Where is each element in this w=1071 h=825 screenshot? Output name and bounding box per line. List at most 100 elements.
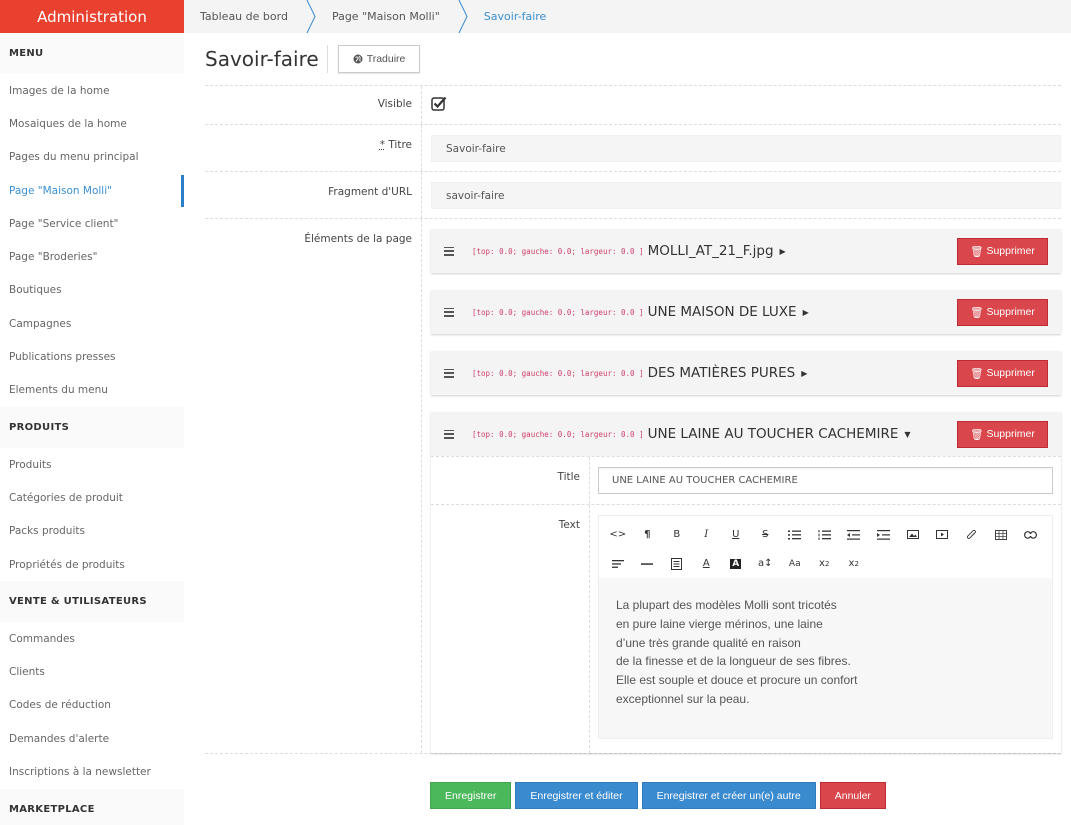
font-family-icon[interactable]: Aa <box>780 552 810 576</box>
sidebar-item-clients[interactable]: Clients <box>0 655 184 688</box>
sidebar-item-page-service-client[interactable]: Page "Service client" <box>0 207 184 240</box>
editor-text-line: d’une très grande qualité en raison <box>616 635 801 650</box>
insert-image-icon[interactable] <box>898 523 928 547</box>
insert-link-icon[interactable] <box>1016 523 1046 547</box>
sidebar-item-categories-produit[interactable]: Catégories de produit <box>0 481 184 514</box>
trash-icon: 🗑 <box>970 245 984 258</box>
trash-icon: 🗑 <box>970 367 984 380</box>
fragment-label: Fragment d'URL <box>205 172 422 218</box>
form-row-fragment: Fragment d'URL savoir-faire <box>205 171 1061 218</box>
horizontal-rule-icon[interactable] <box>633 552 663 576</box>
formatting-block-icon[interactable] <box>662 552 692 576</box>
strikethrough-icon[interactable]: S <box>751 523 781 547</box>
element-position: [top: 0.0; gauche: 0.0; largeur: 0.0 ] <box>472 307 644 317</box>
visible-label: Visible <box>205 86 422 124</box>
element-header[interactable]: [top: 0.0; gauche: 0.0; largeur: 0.0 ] D… <box>431 351 1061 395</box>
form-actions: Enregistrer Enregistrer et éditer Enregi… <box>205 782 1061 809</box>
sidebar: MENU Images de la home Mosaiques de la h… <box>0 33 184 825</box>
background-color-icon[interactable]: A <box>721 552 751 576</box>
translate-button[interactable]: Traduire <box>337 45 421 73</box>
caret-right-icon[interactable]: ▶ <box>803 308 809 317</box>
element-title-label: Title <box>431 457 590 504</box>
editor-text-line: de la finesse et de la longueur de ses f… <box>616 654 851 669</box>
sidebar-item-produits[interactable]: Produits <box>0 448 184 481</box>
sidebar-item-campagnes[interactable]: Campagnes <box>0 307 184 340</box>
sidebar-item-commandes[interactable]: Commandes <box>0 622 184 655</box>
breadcrumb-maison-molli[interactable]: Page "Maison Molli" <box>316 0 458 33</box>
caret-right-icon[interactable]: ▶ <box>801 369 807 378</box>
editor-text-line: La plupart des modèles Molli sont tricot… <box>616 598 837 612</box>
attachment-icon[interactable] <box>957 523 987 547</box>
font-size-icon[interactable]: a↕ <box>751 552 781 576</box>
save-and-create-button[interactable]: Enregistrer et créer un(e) autre <box>641 782 816 809</box>
sidebar-group-menu: Images de la home Mosaiques de la home P… <box>0 74 184 407</box>
editor-text-line: en pure laine vierge mérinos, une laine <box>616 616 823 631</box>
subscript-icon[interactable]: x2 <box>839 552 869 576</box>
sidebar-heading-menu: MENU <box>0 33 184 74</box>
drag-handle-icon[interactable] <box>444 307 454 317</box>
cancel-button[interactable]: Annuler <box>819 782 886 809</box>
brand-logo[interactable]: Administration <box>0 0 184 33</box>
element-text-row: Text <> ¶ B I U S A A a↕ Aa x 2 x 2 La p… <box>431 504 1061 753</box>
insert-table-icon[interactable] <box>987 523 1017 547</box>
fragment-input[interactable]: savoir-faire <box>431 182 1061 209</box>
drag-handle-icon[interactable] <box>444 368 454 378</box>
delete-button[interactable]: 🗑 Supprimer <box>957 237 1048 265</box>
main-content: Savoir-faire Traduire Visible * Titre Sa… <box>205 33 1061 809</box>
element-header[interactable]: [top: 0.0; gauche: 0.0; largeur: 0.0 ] M… <box>431 229 1061 273</box>
sidebar-item-mosaiques-home[interactable]: Mosaiques de la home <box>0 107 184 140</box>
page-element: [top: 0.0; gauche: 0.0; largeur: 0.0 ] D… <box>431 351 1061 395</box>
caret-down-icon[interactable]: ▼ <box>904 430 910 439</box>
sidebar-item-inscriptions-newsletter[interactable]: Inscriptions à la newsletter <box>0 755 184 788</box>
insert-video-icon[interactable] <box>928 523 958 547</box>
element-title-input[interactable]: UNE LAINE AU TOUCHER CACHEMIRE <box>598 467 1053 494</box>
rich-text-editor: <> ¶ B I U S A A a↕ Aa x 2 x 2 La plupar… <box>598 515 1053 739</box>
unordered-list-icon[interactable] <box>780 523 810 547</box>
sidebar-item-page-maison-molli[interactable]: Page "Maison Molli" <box>0 174 184 208</box>
delete-button[interactable]: 🗑 Supprimer <box>957 359 1048 387</box>
bold-icon[interactable]: B <box>662 523 692 547</box>
caret-right-icon[interactable]: ▶ <box>780 247 786 256</box>
breadcrumb-dashboard[interactable]: Tableau de bord <box>184 0 306 33</box>
element-header[interactable]: [top: 0.0; gauche: 0.0; largeur: 0.0 ] U… <box>431 412 1061 456</box>
sidebar-item-elements-menu[interactable]: Elements du menu <box>0 374 184 407</box>
sidebar-item-proprietes-produits[interactable]: Propriétés de produits <box>0 548 184 581</box>
breadcrumb-separator-icon <box>458 0 468 33</box>
sidebar-item-demandes-alerte[interactable]: Demandes d'alerte <box>0 722 184 755</box>
element-title: DES MATIÈRES PURES <box>647 365 796 381</box>
visible-checkbox[interactable] <box>431 96 447 112</box>
sidebar-item-boutiques[interactable]: Boutiques <box>0 274 184 307</box>
titre-input[interactable]: Savoir-faire <box>431 135 1061 162</box>
editor-text-line: Elle est souple et douce et procure un c… <box>616 673 858 688</box>
editor-content[interactable]: La plupart des modèles Molli sont tricot… <box>599 578 1052 738</box>
drag-handle-icon[interactable] <box>444 246 454 256</box>
ordered-list-icon[interactable] <box>810 523 840 547</box>
save-button[interactable]: Enregistrer <box>430 782 512 809</box>
sidebar-item-codes-reduction[interactable]: Codes de réduction <box>0 689 184 722</box>
sidebar-group-produits: Produits Catégories de produit Packs pro… <box>0 448 184 581</box>
delete-button[interactable]: 🗑 Supprimer <box>957 298 1048 326</box>
italic-icon[interactable]: I <box>692 523 722 547</box>
superscript-icon[interactable]: x2 <box>810 552 840 576</box>
underline-icon[interactable]: U <box>721 523 751 547</box>
sidebar-item-publications-presses[interactable]: Publications presses <box>0 340 184 373</box>
titre-label: * Titre <box>205 125 422 171</box>
sidebar-item-images-home[interactable]: Images de la home <box>0 74 184 107</box>
sidebar-item-pages-menu-principal[interactable]: Pages du menu principal <box>0 141 184 174</box>
outdent-icon[interactable] <box>839 523 869 547</box>
delete-label: Supprimer <box>986 306 1035 318</box>
save-and-edit-button[interactable]: Enregistrer et éditer <box>515 782 638 809</box>
sidebar-item-packs-produits[interactable]: Packs produits <box>0 515 184 548</box>
delete-button[interactable]: 🗑 Supprimer <box>957 420 1048 448</box>
font-color-icon[interactable]: A <box>692 552 722 576</box>
delete-label: Supprimer <box>986 367 1035 379</box>
page-title: Savoir-faire <box>205 45 328 73</box>
align-left-icon[interactable] <box>603 552 633 576</box>
element-text-label: Text <box>431 505 590 753</box>
element-header[interactable]: [top: 0.0; gauche: 0.0; largeur: 0.0 ] U… <box>431 290 1061 334</box>
code-view-icon[interactable]: <> <box>603 523 633 547</box>
drag-handle-icon[interactable] <box>444 429 454 439</box>
indent-icon[interactable] <box>869 523 899 547</box>
paragraph-icon[interactable]: ¶ <box>633 523 663 547</box>
sidebar-item-page-broderies[interactable]: Page "Broderies" <box>0 240 184 273</box>
